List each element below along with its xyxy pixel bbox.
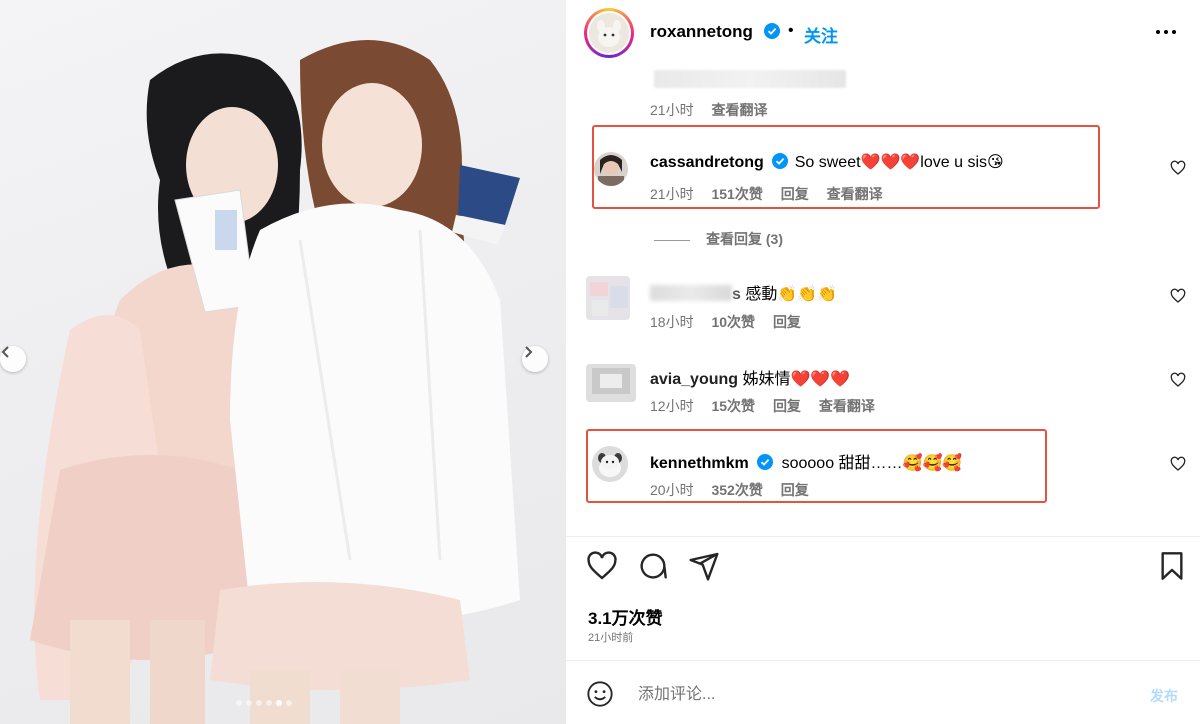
comment-likes[interactable]: 10次赞 xyxy=(711,314,755,330)
comment-emojis: ❤️❤️❤️ xyxy=(860,154,921,171)
comment-likes[interactable]: 151次赞 xyxy=(711,186,762,202)
bookmark-icon[interactable] xyxy=(1156,550,1188,582)
comment-input[interactable] xyxy=(638,684,1118,706)
comment-time: 18小时 xyxy=(650,314,694,330)
comment-meta: 21小时 151次赞 回复 查看翻译 xyxy=(650,184,883,204)
divider xyxy=(566,660,1200,661)
heart-icon[interactable] xyxy=(1170,288,1186,304)
comment-time: 21小时 xyxy=(650,102,694,118)
post-header: roxannetong • 关注 xyxy=(566,0,1200,66)
author-avatar-image xyxy=(589,13,629,53)
comment-meta: 21小时 查看翻译 xyxy=(650,100,767,120)
author-avatar[interactable] xyxy=(584,8,634,58)
post-side-panel: roxannetong • 关注 21小时 查看翻译 cassandretong… xyxy=(566,0,1200,724)
divider xyxy=(566,536,1200,537)
comment-icon[interactable] xyxy=(637,550,669,582)
commenter-avatar-image xyxy=(586,364,636,402)
comment-time: 21小时 xyxy=(650,186,694,202)
more-options-icon[interactable] xyxy=(1156,30,1176,34)
heart-icon[interactable] xyxy=(1170,372,1186,388)
carousel-dots xyxy=(236,700,292,706)
translate-link[interactable]: 查看翻译 xyxy=(711,102,767,118)
comment-likes[interactable]: 352次赞 xyxy=(711,482,762,498)
replies-line xyxy=(654,239,690,241)
comment-emojis: 🥰🥰🥰 xyxy=(902,455,963,472)
carousel-dot xyxy=(256,700,262,706)
comment-body: kennethmkm sooooo 甜甜……🥰🥰🥰 xyxy=(650,449,962,473)
carousel-prev-button[interactable] xyxy=(0,346,26,372)
reply-button[interactable]: 回复 xyxy=(773,314,801,330)
carousel-next-button[interactable] xyxy=(522,346,548,372)
comment-username[interactable]: kennethmkm xyxy=(650,455,749,472)
carousel-dot xyxy=(236,700,242,706)
commenter-avatar-image xyxy=(586,276,630,320)
post-photo xyxy=(30,40,520,724)
comment-time: 20小时 xyxy=(650,482,694,498)
carousel-dot xyxy=(266,700,272,706)
verified-badge-icon xyxy=(757,454,774,470)
carousel-dot-active xyxy=(276,700,282,706)
commenter-avatar[interactable] xyxy=(586,364,636,402)
redacted-comment-text xyxy=(654,70,846,88)
verified-badge-icon xyxy=(772,153,789,169)
post-comment-button[interactable]: 发布 xyxy=(1150,686,1178,706)
heart-icon[interactable] xyxy=(1170,456,1186,472)
comment-likes[interactable]: 15次赞 xyxy=(711,398,755,414)
carousel-dot xyxy=(286,700,292,706)
chevron-right-icon xyxy=(525,346,533,358)
post-media[interactable] xyxy=(0,0,566,724)
view-replies-button[interactable]: 查看回复 (3) xyxy=(654,229,783,249)
comment-meta: 20小时 352次赞 回复 xyxy=(650,480,809,500)
heart-icon[interactable] xyxy=(1170,160,1186,176)
comment-body: s 感動👏👏👏 xyxy=(650,280,837,304)
header-separator: • xyxy=(788,22,794,39)
comment-text: love u sis xyxy=(920,154,987,171)
author-username[interactable]: roxannetong xyxy=(650,22,753,42)
comment-meta: 12小时 15次赞 回复 查看翻译 xyxy=(650,396,875,416)
commenter-avatar-image xyxy=(594,152,628,186)
share-icon[interactable] xyxy=(688,550,720,582)
reply-button[interactable]: 回复 xyxy=(781,482,809,498)
comment-emoji: 😘 xyxy=(987,154,1004,171)
reply-button[interactable]: 回复 xyxy=(773,398,801,414)
commenter-avatar[interactable] xyxy=(592,446,628,482)
comment-time: 12小时 xyxy=(650,398,694,414)
translate-link[interactable]: 查看翻译 xyxy=(827,186,883,202)
comment-emojis: 👏👏👏 xyxy=(777,286,838,303)
comment-username[interactable]: avia_young xyxy=(650,371,738,388)
commenter-avatar[interactable] xyxy=(586,276,630,320)
commenter-avatar[interactable] xyxy=(594,152,628,186)
likes-count[interactable]: 3.1万次赞 xyxy=(588,604,663,629)
comment-text: 感動 xyxy=(745,286,778,303)
comment-emojis: ❤️❤️❤️ xyxy=(790,371,851,388)
follow-button[interactable]: 关注 xyxy=(804,22,838,47)
add-comment-bar: 发布 xyxy=(566,664,1200,724)
comment-text: 姊妹情 xyxy=(742,371,791,388)
comment-username[interactable]: cassandretong xyxy=(650,154,764,171)
comment-username[interactable]: s xyxy=(732,286,741,303)
carousel-dot xyxy=(246,700,252,706)
comment-body: avia_young 姊妹情❤️❤️❤️ xyxy=(650,365,850,389)
heart-icon[interactable] xyxy=(586,550,618,582)
redacted-username xyxy=(650,285,732,301)
reply-button[interactable]: 回复 xyxy=(781,186,809,202)
comment-body: cassandretong So sweet❤️❤️❤️love u sis😘 xyxy=(650,152,1004,172)
chevron-left-icon xyxy=(1,346,9,358)
view-replies-label: 查看回复 (3) xyxy=(706,231,783,247)
comment-meta: 18小时 10次赞 回复 xyxy=(650,312,801,332)
comment-text: So sweet xyxy=(794,154,861,171)
emoji-icon[interactable] xyxy=(586,680,614,708)
comment-text: sooooo 甜甜…… xyxy=(781,455,903,472)
commenter-avatar-image xyxy=(592,446,628,482)
translate-link[interactable]: 查看翻译 xyxy=(819,398,875,414)
verified-badge-icon xyxy=(764,23,780,39)
post-timestamp[interactable]: 21小时前 xyxy=(588,629,633,645)
